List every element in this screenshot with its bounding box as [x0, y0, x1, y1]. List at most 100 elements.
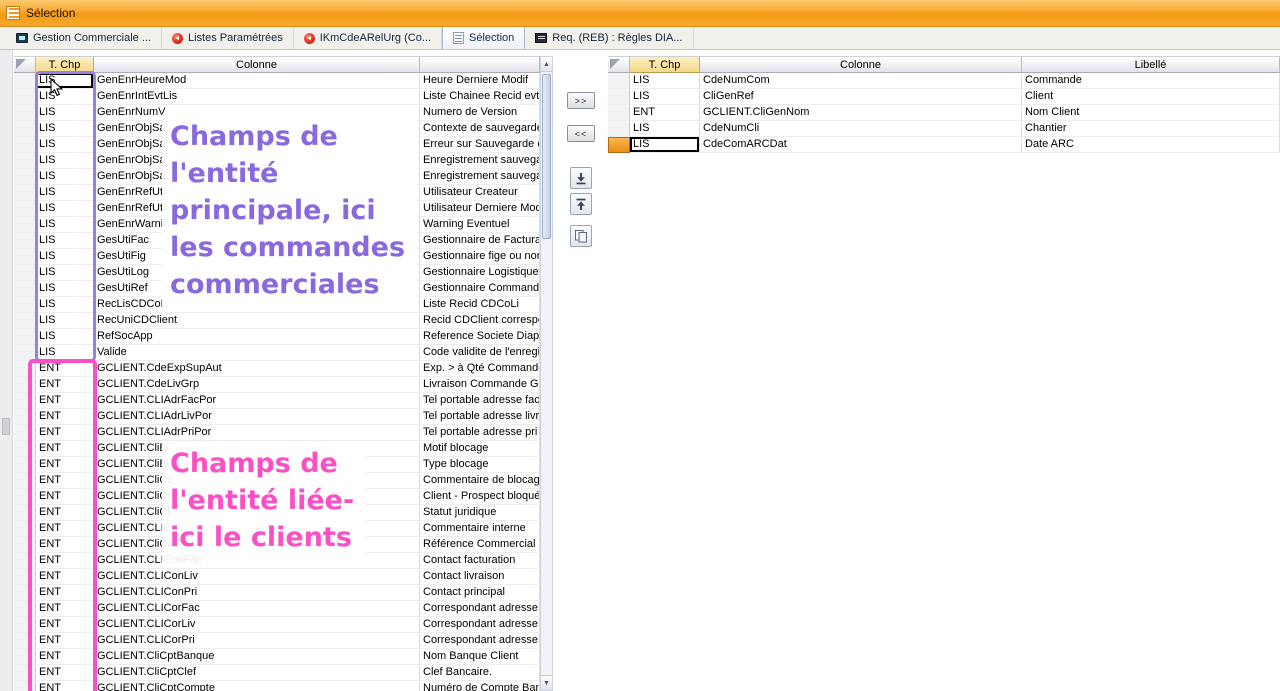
row-selector[interactable]: [14, 137, 36, 153]
table-row[interactable]: LIS GesUtiRef Gestionnaire Commande: [14, 281, 540, 297]
cell-colonne[interactable]: RefSocApp: [94, 329, 420, 345]
cell-type-champ[interactable]: LIS: [36, 345, 94, 361]
tab[interactable]: Req. (REB) : Règles DIA...: [525, 27, 693, 49]
left-edge-scroll-thumb[interactable]: [2, 418, 10, 435]
table-row[interactable]: LIS GenEnrObjSa Contexte de sauvegarde: [14, 121, 540, 137]
row-selector[interactable]: [14, 345, 36, 361]
cell-colonne[interactable]: RecUniCDClient: [94, 313, 420, 329]
row-selector[interactable]: [14, 473, 36, 489]
cell-libelle[interactable]: Heure Derniere Modif: [420, 73, 540, 89]
row-selector[interactable]: [608, 105, 630, 121]
row-selector[interactable]: [14, 441, 36, 457]
cell-libelle[interactable]: Correspondant adresse: [420, 633, 540, 649]
cell-type-champ[interactable]: ENT: [36, 409, 94, 425]
row-selector[interactable]: [14, 313, 36, 329]
column-header-libelle[interactable]: [420, 56, 540, 73]
table-row[interactable]: ENT GCLIENT.CLIConFac Contact facturatio…: [14, 553, 540, 569]
cell-colonne[interactable]: GCLIENT.CliCl: [94, 505, 420, 521]
row-selector[interactable]: [608, 73, 630, 89]
row-selector[interactable]: [608, 137, 630, 153]
table-row[interactable]: ENT GCLIENT.CdeLivGrp Livraison Commande…: [14, 377, 540, 393]
table-row[interactable]: ENT GCLIENT.CliCptBanque Nom Banque Clie…: [14, 649, 540, 665]
table-row[interactable]: LIS GenEnrRefUti Utilisateur Derniere Mo…: [14, 201, 540, 217]
cell-type-champ[interactable]: LIS: [36, 281, 94, 297]
cell-type-champ[interactable]: LIS: [630, 89, 700, 105]
cell-type-champ[interactable]: ENT: [36, 457, 94, 473]
cell-type-champ[interactable]: LIS: [36, 249, 94, 265]
table-row[interactable]: LIS GesUtiLog Gestionnaire Logistique: [14, 265, 540, 281]
cell-libelle[interactable]: Type blocage: [420, 457, 540, 473]
row-selector[interactable]: [14, 457, 36, 473]
left-grid-scrollbar[interactable]: ▲ ▼: [540, 56, 553, 691]
cell-type-champ[interactable]: LIS: [36, 137, 94, 153]
cell-libelle[interactable]: Gestionnaire de Factura: [420, 233, 540, 249]
cell-colonne[interactable]: GCLIENT.CLICorLiv: [94, 617, 420, 633]
row-selector[interactable]: [14, 585, 36, 601]
cell-colonne[interactable]: CliGenRef: [700, 89, 1022, 105]
row-selector[interactable]: [14, 393, 36, 409]
row-selector[interactable]: [14, 665, 36, 681]
row-selector[interactable]: [14, 633, 36, 649]
cell-colonne[interactable]: GesUtiFac: [94, 233, 420, 249]
move-up-button[interactable]: [570, 193, 592, 215]
row-selector[interactable]: [14, 121, 36, 137]
cell-colonne[interactable]: GCLIENT.CLICorPri: [94, 633, 420, 649]
cell-libelle[interactable]: Tel portable adresse pri: [420, 425, 540, 441]
cell-type-champ[interactable]: LIS: [36, 121, 94, 137]
table-row[interactable]: LIS GenEnrObjSa Enregistrement sauvega: [14, 153, 540, 169]
table-row[interactable]: ENT GCLIENT.CLIC Commentaire interne: [14, 521, 540, 537]
cell-colonne[interactable]: GCLIENT.CLICorFac: [94, 601, 420, 617]
cell-colonne[interactable]: GenEnrNumV: [94, 105, 420, 121]
row-selector[interactable]: [14, 361, 36, 377]
cell-colonne[interactable]: GCLIENT.CliCptBanque: [94, 649, 420, 665]
row-selector[interactable]: [14, 377, 36, 393]
cell-type-champ[interactable]: ENT: [36, 681, 94, 691]
tab[interactable]: Listes Paramétrées: [162, 27, 294, 49]
table-row[interactable]: ENT GCLIENT.CLICorLiv Correspondant adre…: [14, 617, 540, 633]
cell-colonne[interactable]: CdeComARCDat: [700, 137, 1022, 153]
table-row[interactable]: ENT GCLIENT.CliCptCompte Numéro de Compt…: [14, 681, 540, 691]
cell-colonne[interactable]: GCLIENT.CLIConFac: [94, 553, 420, 569]
row-selector[interactable]: [14, 329, 36, 345]
table-row[interactable]: ENT GCLIENT.CliCptClef Clef Bancaire.: [14, 665, 540, 681]
cell-colonne[interactable]: GCLIENT.CdeLivGrp: [94, 377, 420, 393]
cell-colonne[interactable]: GesUtiRef: [94, 281, 420, 297]
cell-libelle[interactable]: Clef Bancaire.: [420, 665, 540, 681]
row-selector[interactable]: [608, 89, 630, 105]
tab[interactable]: Gestion Commerciale ...: [6, 27, 162, 49]
table-row[interactable]: ENT GCLIENT.CLIConPri Contact principal: [14, 585, 540, 601]
tab[interactable]: Sélection: [442, 27, 525, 49]
cell-type-champ[interactable]: ENT: [36, 665, 94, 681]
cell-colonne[interactable]: CdeNumCom: [700, 73, 1022, 89]
row-selector[interactable]: [14, 105, 36, 121]
table-row[interactable]: LIS CdeNumCli Chantier: [608, 121, 1280, 137]
cell-colonne[interactable]: GCLIENT.CLIConPri: [94, 585, 420, 601]
column-header-colonne[interactable]: Colonne: [700, 56, 1022, 73]
row-selector[interactable]: [14, 649, 36, 665]
cell-libelle[interactable]: Contexte de sauvegarde: [420, 121, 540, 137]
cell-colonne[interactable]: GCLIENT.CliCptCompte: [94, 681, 420, 691]
cell-libelle[interactable]: Warning Eventuel: [420, 217, 540, 233]
cell-libelle[interactable]: Commentaire de blocag: [420, 473, 540, 489]
table-row[interactable]: LIS GenEnrHeureMod Heure Derniere Modif: [14, 73, 540, 89]
table-row[interactable]: LIS GenEnrObjSa Erreur sur Sauvegarde c: [14, 137, 540, 153]
row-selector[interactable]: [14, 281, 36, 297]
cell-type-champ[interactable]: LIS: [36, 329, 94, 345]
cell-type-champ[interactable]: ENT: [36, 537, 94, 553]
cell-libelle[interactable]: Erreur sur Sauvegarde c: [420, 137, 540, 153]
row-selector[interactable]: [14, 153, 36, 169]
table-row[interactable]: ENT GCLIENT.CdeExpSupAut Exp. > à Qté Co…: [14, 361, 540, 377]
cell-type-champ[interactable]: LIS: [36, 217, 94, 233]
cell-libelle[interactable]: Numéro de Compte Ban: [420, 681, 540, 691]
table-row[interactable]: ENT GCLIENT.CLICorPri Correspondant adre…: [14, 633, 540, 649]
cell-libelle[interactable]: Liste Recid CDCoLi: [420, 297, 540, 313]
cell-colonne[interactable]: GenEnrRefUti: [94, 185, 420, 201]
cell-libelle[interactable]: Statut juridique: [420, 505, 540, 521]
add-field-button[interactable]: >>: [567, 92, 595, 109]
table-row[interactable]: ENT GCLIENT.CLIAdrPriPor Tel portable ad…: [14, 425, 540, 441]
copy-button[interactable]: [570, 225, 592, 247]
table-row[interactable]: LIS CliGenRef Client: [608, 89, 1280, 105]
row-selector[interactable]: [14, 617, 36, 633]
cell-colonne[interactable]: GesUtiFig: [94, 249, 420, 265]
cell-type-champ[interactable]: ENT: [36, 617, 94, 633]
